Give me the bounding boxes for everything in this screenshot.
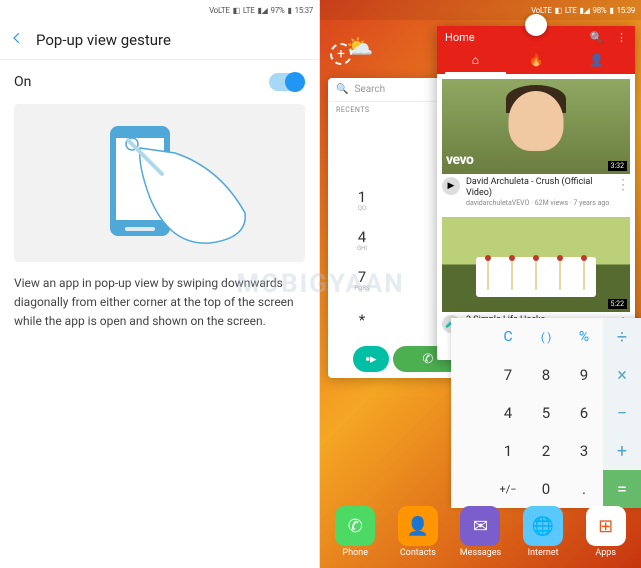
add-icon: + (330, 43, 352, 65)
duration-badge: 3:32 (608, 161, 628, 171)
dial-key[interactable]: * (342, 300, 382, 340)
data-icon: ◧ (233, 6, 240, 15)
app-phone[interactable]: ✆ Phone (327, 506, 383, 558)
app-apps[interactable]: ⊞ Apps (578, 506, 634, 558)
calc-key-1[interactable]: 1 (489, 432, 527, 470)
youtube-popup[interactable]: Home 🔍 ⋮ ⌂ 🔥 👤 vevo 3:32 ▶ Dav (437, 26, 635, 360)
lte-icon: LTE (565, 6, 577, 15)
calc-key-8[interactable]: 8 (527, 356, 565, 394)
app-icon: ⊞ (586, 506, 626, 546)
menu-icon[interactable]: ⋮ (616, 31, 627, 44)
calculator-popup[interactable]: C( )%÷789×456−123++/−0.= (451, 318, 641, 508)
video-card-0[interactable]: vevo 3:32 ▶ David Archuleta - Crush (Off… (437, 74, 635, 212)
app-label: Phone (343, 548, 369, 558)
battery-icon: ▮ (609, 6, 613, 15)
clock: 15:39 (617, 6, 635, 15)
video-call-button[interactable]: ▪▸ (353, 346, 389, 372)
settings-screen: VoLTE ◧ LTE ▮◢ 97% ▮ 15:37 Pop-up view g… (0, 0, 320, 568)
app-internet[interactable]: 🌐 Internet (515, 506, 571, 558)
search-placeholder: Search (354, 84, 385, 95)
signal-icon: ▮◢ (580, 6, 590, 15)
calc-key-C[interactable]: C (489, 318, 527, 356)
app-icon: ✉ (460, 506, 500, 546)
header: Pop-up view gesture (0, 20, 319, 60)
lte-icon: LTE (243, 6, 255, 15)
calc-key-3[interactable]: 3 (565, 432, 603, 470)
tab-account[interactable]: 👤 (566, 48, 627, 74)
calc-key-[interactable]: % (565, 318, 603, 356)
popup-handle[interactable] (525, 14, 547, 36)
app-icon: 👤 (398, 506, 438, 546)
app-icon: 🌐 (523, 506, 563, 546)
description: View an app in pop-up view by swiping do… (0, 274, 319, 332)
calc-key-[interactable]: ( ) (527, 318, 565, 356)
calc-key-9[interactable]: 9 (565, 356, 603, 394)
youtube-tabs: ⌂ 🔥 👤 (445, 48, 627, 74)
calc-key-2[interactable]: 2 (527, 432, 565, 470)
app-label: Internet (528, 548, 559, 558)
thumbnail: vevo 3:32 (442, 79, 630, 174)
calc-key-5[interactable]: 5 (527, 394, 565, 432)
calc-key-[interactable]: − (603, 394, 641, 432)
calc-key-6[interactable]: 6 (565, 394, 603, 432)
dial-key[interactable]: 4GHI (342, 220, 382, 260)
app-icon: ✆ (335, 506, 375, 546)
calc-key-[interactable]: + (603, 432, 641, 470)
app-label: Contacts (400, 548, 436, 558)
search-icon[interactable]: 🔍 (590, 31, 604, 44)
data-icon: ◧ (555, 6, 562, 15)
calc-spacer (451, 432, 489, 470)
toggle-switch[interactable] (269, 73, 305, 91)
calc-spacer (451, 394, 489, 432)
calc-key-4[interactable]: 4 (489, 394, 527, 432)
tab-trending[interactable]: 🔥 (506, 48, 567, 74)
toggle-label: On (14, 74, 31, 90)
status-bar-right: VoLTE ◧ LTE ▮◢ 98% ▮ 15:39 (320, 0, 641, 20)
search-icon: 🔍 (336, 84, 348, 95)
calc-key-[interactable]: × (603, 356, 641, 394)
video-title: David Archuleta - Crush (Official Video) (466, 177, 610, 199)
dial-key[interactable]: 7PQRS (342, 260, 382, 300)
channel-avatar: ▶ (442, 177, 460, 195)
calc-key-[interactable]: ÷ (603, 318, 641, 356)
weather-widget[interactable]: ⛅ + (328, 35, 372, 79)
video-menu-icon[interactable]: ⋮ (616, 177, 630, 193)
thumbnail: 5:22 (442, 217, 630, 312)
illustration (14, 104, 305, 262)
app-label: Messages (460, 548, 501, 558)
video-sub: davidarchuletaVEVO · 62M views · 7 years… (466, 199, 610, 207)
youtube-title: Home (445, 31, 475, 44)
toggle-row: On (0, 60, 319, 104)
app-label: Apps (595, 548, 616, 558)
calculator-grid: C( )%÷789×456−123++/−0.= (451, 318, 641, 508)
home-screen: VoLTE ◧ LTE ▮◢ 98% ▮ 15:39 ⛅ + 🔍 Search … (320, 0, 641, 568)
clock: 15:37 (295, 6, 313, 15)
battery-pct: 97% (271, 6, 285, 15)
signal-icon: ▮◢ (258, 6, 268, 15)
app-messages[interactable]: ✉ Messages (452, 506, 508, 558)
vevo-logo: vevo (446, 152, 473, 168)
duration-badge: 5:22 (608, 299, 628, 309)
battery-pct: 98% (593, 6, 607, 15)
battery-icon: ▮ (287, 6, 291, 15)
status-bar-left: VoLTE ◧ LTE ▮◢ 97% ▮ 15:37 (0, 0, 319, 20)
app-dock: ✆ Phone 👤 Contacts ✉ Messages 🌐 Internet ⊞ Apps (320, 498, 641, 568)
volte-icon: VoLTE (209, 6, 230, 15)
page-title: Pop-up view gesture (36, 31, 171, 49)
calc-key-7[interactable]: 7 (489, 356, 527, 394)
app-contacts[interactable]: 👤 Contacts (390, 506, 446, 558)
back-icon[interactable] (10, 30, 24, 49)
tab-home[interactable]: ⌂ (445, 48, 506, 74)
calc-spacer (451, 356, 489, 394)
calc-spacer (451, 318, 489, 356)
dial-key[interactable]: 1QO (342, 180, 382, 220)
